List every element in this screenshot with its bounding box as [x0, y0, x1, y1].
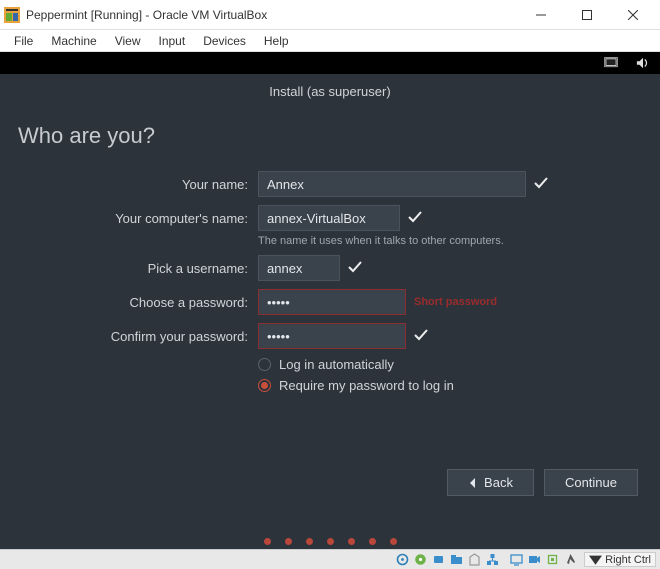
pager-dot [327, 538, 334, 545]
check-icon [348, 261, 362, 276]
cpu-icon[interactable] [544, 552, 560, 568]
label-password: Choose a password: [0, 295, 258, 310]
menu-devices[interactable]: Devices [195, 32, 254, 50]
page-heading: Who are you? [0, 105, 660, 171]
continue-button-label: Continue [565, 475, 617, 490]
mouse-icon[interactable] [562, 552, 578, 568]
network-icon[interactable] [484, 552, 500, 568]
vm-status-bar: Right Ctrl [0, 549, 660, 569]
your-name-input[interactable] [258, 171, 526, 197]
menu-file[interactable]: File [6, 32, 41, 50]
window-titlebar: Peppermint [Running] - Oracle VM Virtual… [0, 0, 660, 30]
host-key-indicator[interactable]: Right Ctrl [584, 552, 656, 567]
password-input[interactable] [258, 289, 406, 315]
username-input[interactable] [258, 255, 340, 281]
usb-icon[interactable] [430, 552, 446, 568]
minimize-button[interactable] [518, 0, 564, 30]
menu-view[interactable]: View [107, 32, 149, 50]
label-username: Pick a username: [0, 261, 258, 276]
user-form: Your name: Your computer's name: The nam… [0, 171, 660, 393]
pager-dot [264, 538, 271, 545]
radio-require-password[interactable]: Require my password to log in [258, 378, 642, 393]
radio-icon [258, 358, 271, 371]
recording-icon[interactable] [526, 552, 542, 568]
pager-dot [285, 538, 292, 545]
back-button-label: Back [484, 475, 513, 490]
maximize-button[interactable] [564, 0, 610, 30]
label-confirm-password: Confirm your password: [0, 329, 258, 344]
guest-top-panel [0, 52, 660, 74]
host-key-label: Right Ctrl [605, 554, 651, 566]
screen-icon[interactable] [604, 56, 618, 70]
pager-dot [306, 538, 313, 545]
pager-dot [390, 538, 397, 545]
installer-subtitle: Install (as superuser) [0, 74, 660, 105]
radio-label-auto: Log in automatically [279, 357, 394, 372]
arrow-down-icon [589, 553, 602, 566]
window-title: Peppermint [Running] - Oracle VM Virtual… [26, 8, 518, 22]
optical-icon[interactable] [412, 552, 428, 568]
close-button[interactable] [610, 0, 656, 30]
back-button[interactable]: Back [447, 469, 534, 496]
arrow-left-icon [468, 478, 478, 488]
continue-button[interactable]: Continue [544, 469, 638, 496]
guest-display: Install (as superuser) Who are you? Your… [0, 52, 660, 569]
radio-icon-checked [258, 379, 271, 392]
password-warning: Short password [414, 296, 497, 308]
radio-label-require: Require my password to log in [279, 378, 454, 393]
audio-icon[interactable] [466, 552, 482, 568]
menu-input[interactable]: Input [151, 32, 194, 50]
menu-machine[interactable]: Machine [43, 32, 104, 50]
label-your-name: Your name: [0, 177, 258, 192]
display-icon[interactable] [508, 552, 524, 568]
menu-help[interactable]: Help [256, 32, 297, 50]
menubar: File Machine View Input Devices Help [0, 30, 660, 52]
pager-dot [369, 538, 376, 545]
hdd-icon[interactable] [394, 552, 410, 568]
computer-name-hint: The name it uses when it talks to other … [258, 235, 642, 247]
app-icon [4, 7, 20, 23]
radio-auto-login[interactable]: Log in automatically [258, 357, 642, 372]
shared-folder-icon[interactable] [448, 552, 464, 568]
check-icon [408, 211, 422, 226]
check-icon [534, 177, 548, 192]
volume-icon[interactable] [636, 56, 650, 70]
check-icon [414, 329, 428, 344]
confirm-password-input[interactable] [258, 323, 406, 349]
computer-name-input[interactable] [258, 205, 400, 231]
installer-window: Install (as superuser) Who are you? Your… [0, 74, 660, 514]
pager-dot [348, 538, 355, 545]
label-computer-name: Your computer's name: [0, 211, 258, 226]
